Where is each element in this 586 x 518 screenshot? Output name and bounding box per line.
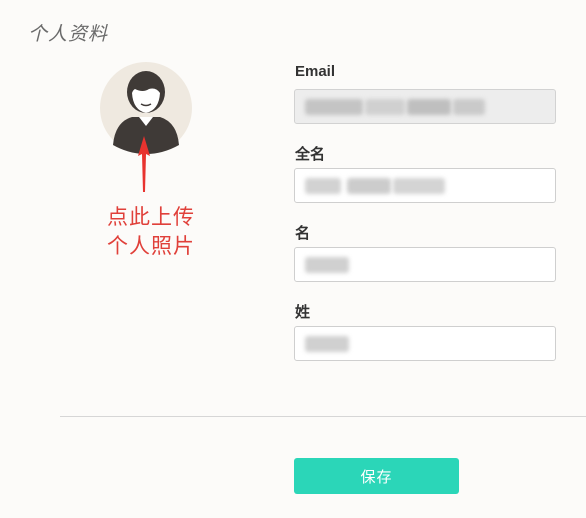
annotation-arrow-icon [138, 136, 150, 192]
upload-annotation: 点此上传 个人照片 [76, 203, 226, 261]
full-name-field[interactable] [294, 168, 556, 203]
first-name-field[interactable] [294, 247, 556, 282]
save-button[interactable]: 保存 [294, 458, 459, 494]
email-redacted [453, 99, 485, 116]
full-name-label: 全名 [295, 146, 326, 163]
last-name-field[interactable] [294, 326, 556, 361]
email-label: Email [295, 63, 336, 80]
last-name-label: 姓 [295, 304, 311, 321]
last-name-redacted [305, 336, 349, 353]
email-redacted [407, 99, 451, 116]
full-name-redacted [305, 178, 341, 195]
annotation-line-2: 个人照片 [107, 234, 195, 258]
first-name-redacted [305, 257, 349, 274]
page-title: 个人资料 [28, 23, 109, 45]
first-name-label: 名 [295, 225, 311, 242]
annotation-line-1: 点此上传 [107, 205, 195, 229]
email-field[interactable] [294, 89, 556, 124]
email-redacted [305, 99, 363, 116]
email-redacted [365, 99, 405, 116]
full-name-redacted [393, 178, 445, 195]
divider [60, 416, 586, 417]
full-name-redacted [347, 178, 391, 195]
